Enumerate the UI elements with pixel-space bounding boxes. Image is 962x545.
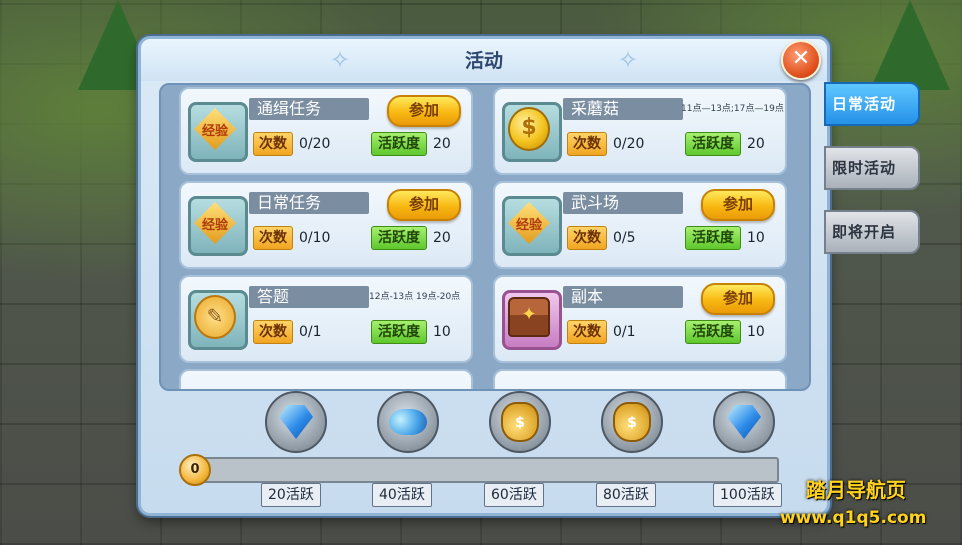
- activity-name: 答题: [249, 286, 369, 308]
- activity-icon-frame: ✦: [502, 290, 562, 350]
- milestone-label: 100活跃: [713, 483, 782, 507]
- count-value: 0/1: [613, 324, 636, 340]
- count-label: 次数: [253, 320, 293, 344]
- count-label: 次数: [253, 132, 293, 156]
- activity-points-value: 10: [747, 324, 765, 340]
- activity-card: ✎ 答题 12点-13点 19点-20点 次数 0/1 活跃度 10: [179, 275, 473, 363]
- watermark-url: www.q1q5.com: [780, 508, 927, 528]
- activity-points-value: 10: [433, 324, 451, 340]
- activity-icon-frame: 经验: [188, 196, 248, 256]
- activity-points-label: 活跃度: [685, 132, 741, 156]
- blue-gem-icon: [279, 405, 313, 439]
- count-label: 次数: [567, 132, 607, 156]
- join-button[interactable]: 参加: [387, 189, 461, 221]
- activity-points-label: 活跃度: [685, 320, 741, 344]
- count-label: 次数: [253, 226, 293, 250]
- open-time-note: 12点-13点 19点-20点: [369, 292, 461, 302]
- count-label: 次数: [567, 226, 607, 250]
- milestone-label: 20活跃: [261, 483, 321, 507]
- join-button[interactable]: 参加: [701, 283, 775, 315]
- activity-name: 武斗场: [563, 192, 683, 214]
- join-button[interactable]: 参加: [701, 189, 775, 221]
- count-value: 0/10: [299, 230, 331, 246]
- activity-name: 日常任务: [249, 192, 369, 214]
- activity-progress-bar: [185, 457, 779, 483]
- activity-points-label: 活跃度: [371, 320, 427, 344]
- activity-card-partial: [493, 369, 787, 389]
- money-bag-icon: $: [501, 402, 539, 442]
- activity-name: 采蘑菇: [563, 98, 683, 120]
- count-label: 次数: [567, 320, 607, 344]
- activity-icon-frame: 经验: [188, 102, 248, 162]
- watermark-title: 踏月导航页: [806, 478, 906, 502]
- title-bar: ✧ 活动 ✧ ✕: [141, 39, 827, 81]
- treasure-chest-icon: ✦: [508, 297, 550, 337]
- activity-list[interactable]: 经验 通缉任务 参加 次数 0/20 活跃度 20 $ 采蘑菇 11点—13点;…: [159, 83, 811, 391]
- exp-badge-icon: 经验: [508, 202, 550, 244]
- gold-coin-icon: $: [508, 107, 550, 151]
- count-value: 0/20: [299, 136, 331, 152]
- blue-gem-icon: [727, 405, 761, 439]
- activity-points-label: 活跃度: [685, 226, 741, 250]
- progress-value-badge: 0: [179, 454, 211, 486]
- tab-coming-soon[interactable]: 即将开启: [824, 210, 920, 254]
- activity-points-value: 20: [747, 136, 765, 152]
- exp-badge-icon: 经验: [194, 202, 236, 244]
- reward-chest-60[interactable]: $: [489, 391, 551, 453]
- tree-decoration: [870, 0, 950, 90]
- activity-icon-frame: $: [502, 102, 562, 162]
- panel-title: 活动: [464, 50, 503, 72]
- activity-panel: ✧ 活动 ✧ ✕ 经验 通缉任务 参加 次数 0/20 活跃度 20 $ 采蘑菇…: [138, 36, 830, 516]
- activity-card-partial: [179, 369, 473, 389]
- reward-chest-80[interactable]: $: [601, 391, 663, 453]
- count-value: 0/5: [613, 230, 636, 246]
- reward-chest-40[interactable]: [377, 391, 439, 453]
- activity-card: ✦ 副本 参加 次数 0/1 活跃度 10: [493, 275, 787, 363]
- activity-card: 经验 日常任务 参加 次数 0/10 活跃度 20: [179, 181, 473, 269]
- gem-pile-icon: [389, 409, 427, 435]
- activity-points-label: 活跃度: [371, 226, 427, 250]
- count-value: 0/20: [613, 136, 645, 152]
- activity-points-label: 活跃度: [371, 132, 427, 156]
- exp-badge-icon: 经验: [194, 108, 236, 150]
- tab-limited-activity[interactable]: 限时活动: [824, 146, 920, 190]
- activity-name: 通缉任务: [249, 98, 369, 120]
- count-value: 0/1: [299, 324, 322, 340]
- milestone-label: 80活跃: [596, 483, 656, 507]
- activity-card: 经验 武斗场 参加 次数 0/5 活跃度 10: [493, 181, 787, 269]
- milestone-label: 40活跃: [372, 483, 432, 507]
- activity-points-value: 20: [433, 136, 451, 152]
- activity-icon-frame: 经验: [502, 196, 562, 256]
- close-button[interactable]: ✕: [781, 40, 821, 80]
- activity-name: 副本: [563, 286, 683, 308]
- open-time-note: 11点—13点;17点—19点: [681, 104, 784, 114]
- close-x-icon: ✕: [791, 46, 811, 71]
- reward-chest-20[interactable]: [265, 391, 327, 453]
- ornament-icon: ✧: [617, 46, 639, 74]
- activity-icon-frame: ✎: [188, 290, 248, 350]
- money-bag-icon: $: [613, 402, 651, 442]
- scroll-icon: ✎: [194, 295, 236, 339]
- activity-points-value: 20: [433, 230, 451, 246]
- activity-card: 经验 通缉任务 参加 次数 0/20 活跃度 20: [179, 87, 473, 175]
- reward-chest-100[interactable]: [713, 391, 775, 453]
- join-button[interactable]: 参加: [387, 95, 461, 127]
- activity-points-value: 10: [747, 230, 765, 246]
- tab-daily-activity[interactable]: 日常活动: [824, 82, 920, 126]
- activity-card: $ 采蘑菇 11点—13点;17点—19点 次数 0/20 活跃度 20: [493, 87, 787, 175]
- milestone-label: 60活跃: [484, 483, 544, 507]
